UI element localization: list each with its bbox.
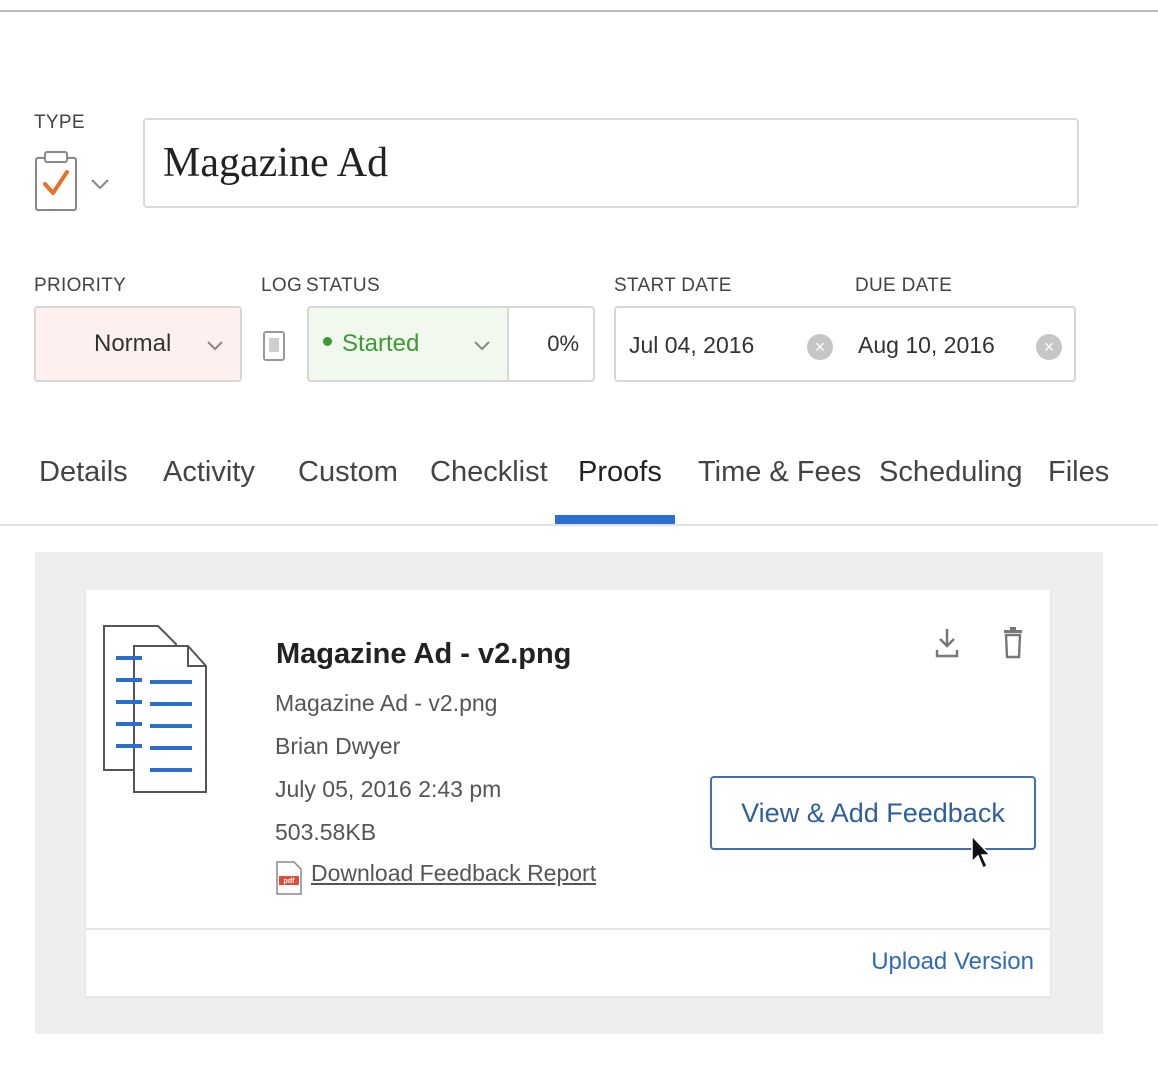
tab-activity[interactable]: Activity <box>163 456 255 489</box>
status-value-wrap: Started <box>323 330 419 358</box>
proof-title[interactable]: Magazine Ad - v2.png <box>276 638 571 671</box>
pdf-badge-text: pdf <box>284 878 296 885</box>
tab-details[interactable]: Details <box>39 456 128 489</box>
tab-checklist[interactable]: Checklist <box>430 456 548 489</box>
status-select[interactable]: Started 0% <box>307 306 595 382</box>
proof-card: Magazine Ad - v2.png Magazine Ad - v2.pn… <box>86 590 1050 996</box>
proof-size: 503.58KB <box>275 819 377 845</box>
priority-select[interactable]: Normal <box>34 306 242 382</box>
tab-custom[interactable]: Custom <box>298 456 398 489</box>
progress-input[interactable]: 0% <box>507 308 593 380</box>
top-border <box>0 10 1158 12</box>
mouse-pointer-icon <box>971 834 992 870</box>
status-dot-icon <box>323 337 332 347</box>
priority-label: PRIORITY <box>34 275 127 296</box>
proof-date: July 05, 2016 2:43 pm <box>275 776 502 802</box>
tab-scheduling[interactable]: Scheduling <box>879 456 1023 489</box>
start-date-label: START DATE <box>614 275 732 296</box>
status-chevron-down-icon <box>474 341 490 351</box>
priority-chevron-down-icon <box>207 341 223 351</box>
tab-proofs[interactable]: Proofs <box>578 456 662 489</box>
status-label: STATUS <box>306 275 380 296</box>
trash-icon[interactable] <box>1002 626 1024 660</box>
due-date-input[interactable]: Aug 10, 2016 <box>858 332 995 359</box>
proof-author: Brian Dwyer <box>275 733 401 759</box>
log-label: LOG <box>261 275 303 296</box>
date-range-field: Jul 04, 2016 × Aug 10, 2016 × <box>614 306 1076 382</box>
clipboard-check-icon[interactable] <box>34 150 78 212</box>
priority-value: Normal <box>94 330 172 357</box>
upload-version-link[interactable]: Upload Version <box>871 948 1034 976</box>
log-icon[interactable] <box>262 330 286 362</box>
pdf-file-icon: pdf <box>276 861 302 895</box>
status-value: Started <box>342 330 420 357</box>
type-chevron-down-icon[interactable] <box>90 178 110 190</box>
tab-bar: Details Activity Custom Checklist Proofs… <box>0 446 1158 526</box>
proof-file-name: Magazine Ad - v2.png <box>275 690 498 716</box>
active-tab-indicator <box>555 515 675 524</box>
title-input[interactable]: Magazine Ad <box>143 118 1079 208</box>
start-date-input[interactable]: Jul 04, 2016 <box>629 332 754 359</box>
clear-due-date-icon[interactable]: × <box>1036 334 1062 360</box>
tab-time-fees[interactable]: Time & Fees <box>698 456 861 489</box>
due-date-label: DUE DATE <box>855 275 953 296</box>
download-feedback-report-link[interactable]: Download Feedback Report <box>311 860 596 887</box>
download-icon[interactable] <box>934 626 960 660</box>
clear-start-date-icon[interactable]: × <box>807 334 833 360</box>
type-label: TYPE <box>34 112 85 133</box>
documents-icon <box>103 625 207 793</box>
card-divider <box>86 928 1050 930</box>
tab-files[interactable]: Files <box>1048 456 1109 489</box>
